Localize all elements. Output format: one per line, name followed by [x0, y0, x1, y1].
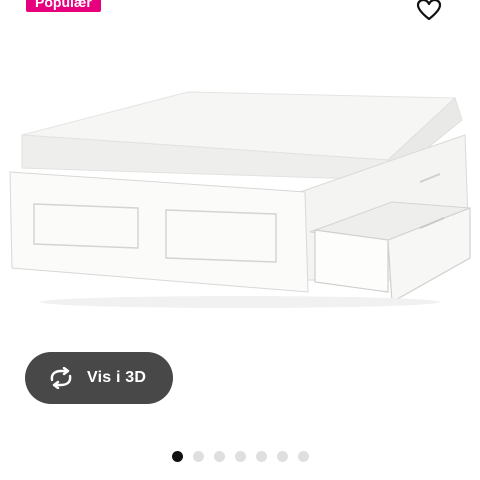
view-in-3d-button[interactable]: Vis i 3D — [25, 352, 173, 404]
carousel-dot[interactable] — [256, 451, 267, 462]
carousel-dot[interactable] — [172, 451, 183, 462]
carousel-dot[interactable] — [214, 451, 225, 462]
product-image[interactable] — [0, 80, 480, 320]
bed-frame-illustration — [9, 91, 471, 308]
view-in-3d-label: Vis i 3D — [87, 369, 147, 386]
carousel-dot[interactable] — [193, 451, 204, 462]
popular-badge: Populær — [26, 0, 101, 12]
carousel-dot[interactable] — [235, 451, 246, 462]
favorite-button[interactable] — [416, 0, 442, 22]
carousel-indicator — [172, 451, 309, 463]
carousel-dot[interactable] — [298, 451, 309, 462]
carousel-dot[interactable] — [277, 451, 288, 462]
rotate-3d-icon — [47, 367, 75, 389]
heart-outline-icon — [416, 0, 442, 21]
